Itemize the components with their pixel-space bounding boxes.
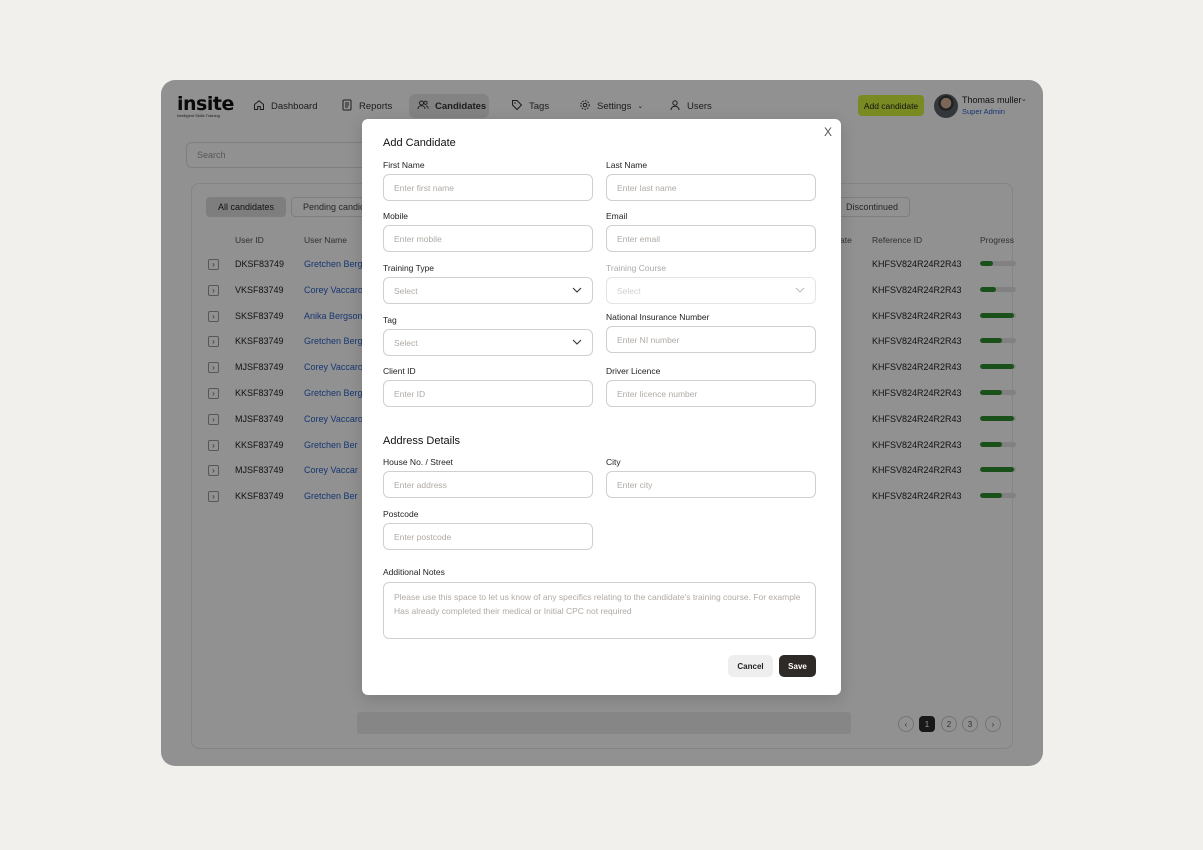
additional-notes-textarea[interactable]: Please use this space to let us know of … <box>383 582 816 639</box>
address-section-title: Address Details <box>383 435 461 447</box>
postcode-placeholder: Enter postcode <box>394 531 452 542</box>
ni-number-label: National Insurance Number <box>606 312 710 322</box>
chevron-down-icon <box>572 337 582 348</box>
training-course-select[interactable]: Select <box>606 277 816 304</box>
email-field[interactable]: Enter email <box>606 225 816 252</box>
client-id-placeholder: Enter ID <box>394 388 426 399</box>
client-id-field[interactable]: Enter ID <box>383 380 593 407</box>
client-id-label: Client ID <box>383 366 416 376</box>
cancel-button[interactable]: Cancel <box>728 655 773 677</box>
notes-label: Additional Notes <box>383 567 445 577</box>
add-candidate-modal: X Add Candidate First Name Enter first n… <box>362 119 841 695</box>
training-type-select[interactable]: Select <box>383 277 593 304</box>
house-label: House No. / Street <box>383 457 453 467</box>
mobile-label: Mobile <box>383 211 409 221</box>
chevron-down-icon <box>795 285 805 296</box>
chevron-down-icon <box>572 285 582 296</box>
address-placeholder: Enter address <box>394 479 447 490</box>
city-placeholder: Enter city <box>617 479 653 490</box>
city-field[interactable]: Enter city <box>606 471 816 498</box>
training-course-label: Training Course <box>606 263 667 273</box>
tag-label: Tag <box>383 315 397 325</box>
modal-title: Add Candidate <box>383 137 456 149</box>
city-label: City <box>606 457 621 467</box>
last-name-placeholder: Enter last name <box>617 182 677 193</box>
tag-placeholder: Select <box>394 337 418 348</box>
postcode-label: Postcode <box>383 509 419 519</box>
ni-number-placeholder: Enter NI number <box>617 334 680 345</box>
first-name-label: First Name <box>383 160 425 170</box>
driver-licence-label: Driver Licence <box>606 366 661 376</box>
last-name-label: Last Name <box>606 160 648 170</box>
training-type-label: Training Type <box>383 263 435 273</box>
ni-number-field[interactable]: Enter NI number <box>606 326 816 353</box>
email-label: Email <box>606 211 628 221</box>
first-name-placeholder: Enter first name <box>394 182 454 193</box>
tag-select[interactable]: Select <box>383 329 593 356</box>
save-button[interactable]: Save <box>779 655 816 677</box>
email-placeholder: Enter email <box>617 233 660 244</box>
postcode-field[interactable]: Enter postcode <box>383 523 593 550</box>
mobile-placeholder: Enter mobile <box>394 233 442 244</box>
close-icon[interactable]: X <box>822 125 834 139</box>
last-name-field[interactable]: Enter last name <box>606 174 816 201</box>
training-type-placeholder: Select <box>394 285 418 296</box>
driver-licence-field[interactable]: Enter licence number <box>606 380 816 407</box>
first-name-field[interactable]: Enter first name <box>383 174 593 201</box>
driver-licence-placeholder: Enter licence number <box>617 388 698 399</box>
address-field[interactable]: Enter address <box>383 471 593 498</box>
training-course-placeholder: Select <box>617 285 641 296</box>
mobile-field[interactable]: Enter mobile <box>383 225 593 252</box>
